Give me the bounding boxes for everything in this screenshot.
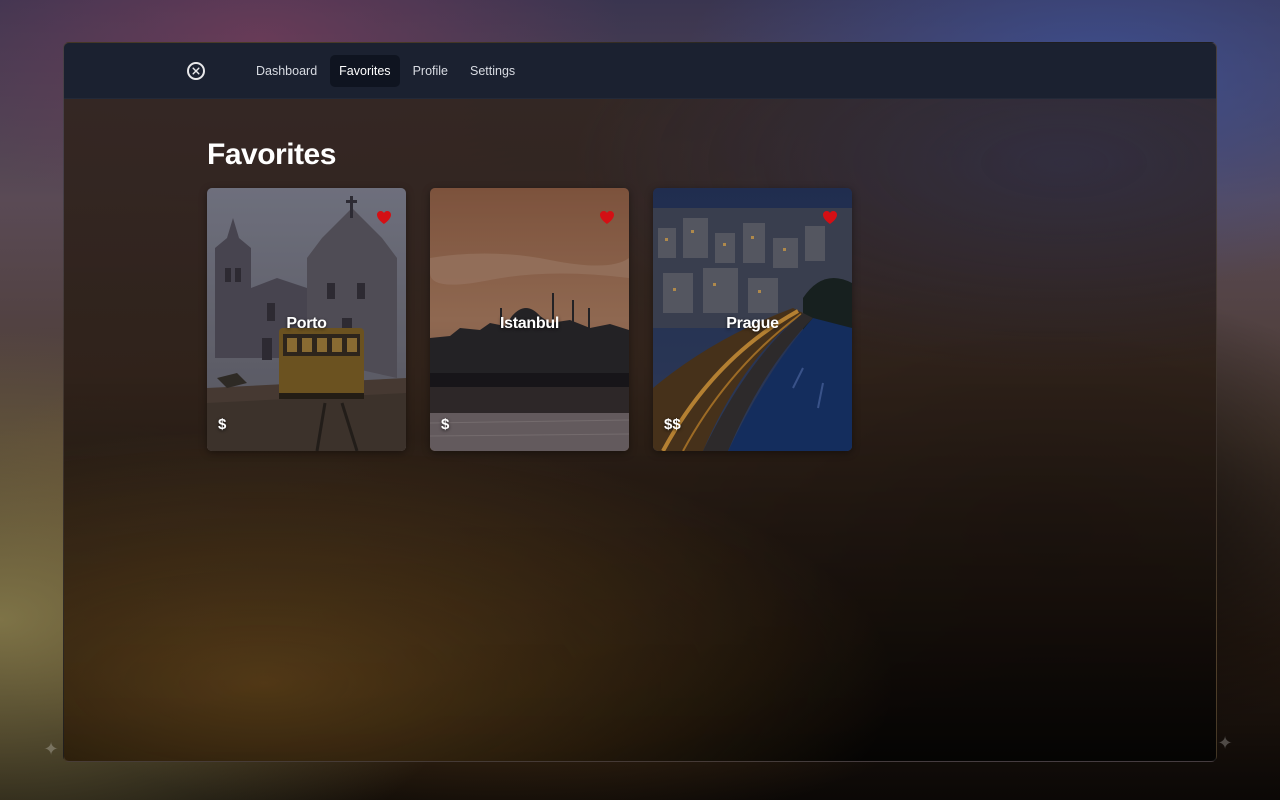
card-price-level: $ bbox=[441, 416, 450, 433]
card-city-name: Porto bbox=[286, 315, 327, 332]
close-icon[interactable] bbox=[187, 61, 205, 80]
nav-links: Dashboard Favorites Profile Settings bbox=[247, 54, 524, 87]
favorite-card-istanbul[interactable]: Istanbul $ bbox=[430, 188, 629, 451]
heart-icon[interactable] bbox=[822, 210, 838, 225]
desktop-corner-icon: ✦ bbox=[43, 739, 59, 759]
favorite-card-prague[interactable]: Prague $$ bbox=[653, 188, 852, 451]
card-price-level: $$ bbox=[664, 416, 681, 433]
heart-icon[interactable] bbox=[599, 210, 615, 225]
app-window: Dashboard Favorites Profile Settings Fav… bbox=[63, 42, 1217, 762]
card-price-level: $ bbox=[218, 416, 227, 433]
card-city-name: Istanbul bbox=[500, 315, 559, 332]
favorites-grid: Porto $ Istanbul $ Prague $$ bbox=[207, 188, 1216, 451]
card-city-name: Prague bbox=[726, 315, 779, 332]
main-content: Favorites Porto $ Istanbul $ Prague $$ bbox=[64, 99, 1216, 451]
favorite-card-porto[interactable]: Porto $ bbox=[207, 188, 406, 451]
top-navbar: Dashboard Favorites Profile Settings bbox=[64, 43, 1216, 99]
page-title: Favorites bbox=[207, 138, 336, 171]
nav-profile[interactable]: Profile bbox=[404, 55, 457, 87]
nav-settings[interactable]: Settings bbox=[461, 55, 524, 87]
nav-dashboard[interactable]: Dashboard bbox=[247, 55, 326, 87]
nav-favorites[interactable]: Favorites bbox=[330, 54, 400, 87]
heart-icon[interactable] bbox=[376, 210, 392, 225]
